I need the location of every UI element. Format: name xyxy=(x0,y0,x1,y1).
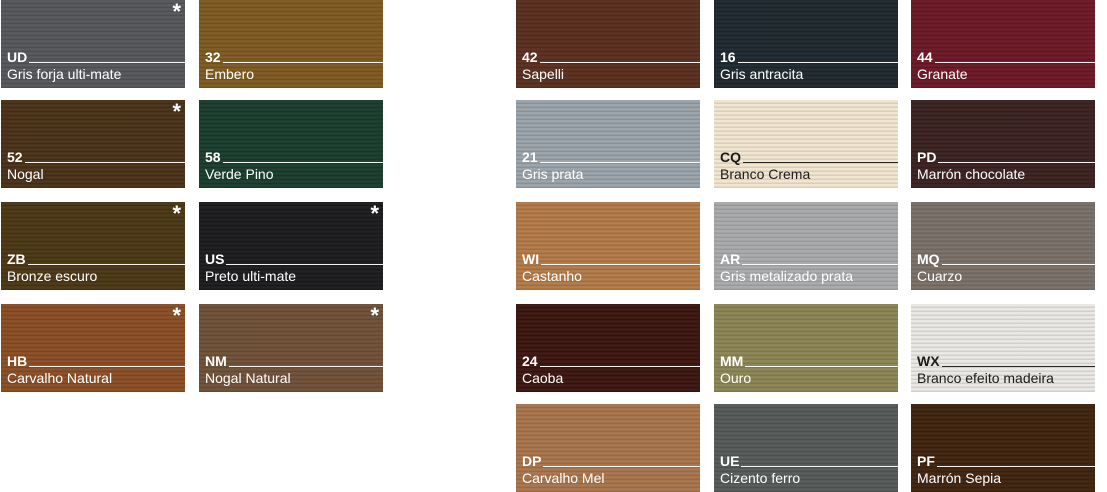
swatch-name: Cizento ferro xyxy=(720,470,801,486)
swatch-code: 24 xyxy=(522,353,538,369)
swatch-divider xyxy=(745,366,898,367)
color-swatch[interactable]: 16 Gris antracita xyxy=(714,0,898,88)
color-swatch[interactable]: MQ Cuarzo xyxy=(911,202,1095,290)
swatch-divider xyxy=(223,162,383,163)
asterisk-icon: * xyxy=(370,202,379,226)
swatch-divider xyxy=(942,366,1095,367)
color-swatch[interactable]: HB Carvalho Natural * xyxy=(1,304,185,392)
color-swatch[interactable]: ZB Bronze escuro * xyxy=(1,202,185,290)
swatch-code: 58 xyxy=(205,149,221,165)
swatch-name: Carvalho Mel xyxy=(522,470,605,486)
color-swatch[interactable]: 24 Caoba xyxy=(516,304,700,392)
swatch-divider xyxy=(541,264,700,265)
swatch-divider xyxy=(25,162,185,163)
swatch-name: Preto ulti-mate xyxy=(205,268,297,284)
swatch-divider xyxy=(742,264,898,265)
swatch-name: Marrón Sepia xyxy=(917,470,1002,486)
color-swatch[interactable]: 42 Sapelli xyxy=(516,0,700,88)
swatch-code: AR xyxy=(720,251,741,267)
swatch-code: 42 xyxy=(522,49,538,65)
swatch-name: Embero xyxy=(205,66,255,82)
swatch-divider xyxy=(942,264,1095,265)
swatch-divider xyxy=(540,366,700,367)
swatch-divider xyxy=(28,264,185,265)
swatch-code: NM xyxy=(205,353,227,369)
swatch-name: Granate xyxy=(917,66,968,82)
color-swatch[interactable]: 32 Embero xyxy=(199,0,383,88)
asterisk-icon: * xyxy=(370,304,379,328)
color-swatch[interactable]: UE Cizento ferro xyxy=(714,404,898,492)
swatch-code: DP xyxy=(522,453,542,469)
swatch-divider xyxy=(226,264,383,265)
swatch-code: MQ xyxy=(917,251,940,267)
color-swatch[interactable]: CQ Branco Crema xyxy=(714,100,898,188)
swatch-divider xyxy=(937,466,1095,467)
swatch-name: Gris antracita xyxy=(720,66,804,82)
swatch-divider xyxy=(741,466,898,467)
swatch-divider xyxy=(935,62,1095,63)
swatch-code: 16 xyxy=(720,49,736,65)
swatch-name: Nogal Natural xyxy=(205,370,291,386)
swatch-code: CQ xyxy=(720,149,741,165)
color-swatch[interactable]: UD Gris forja ulti-mate * xyxy=(1,0,185,88)
color-swatch[interactable]: NM Nogal Natural * xyxy=(199,304,383,392)
color-swatch[interactable]: PD Marrón chocolate xyxy=(911,100,1095,188)
swatch-name: Ouro xyxy=(720,370,752,386)
asterisk-icon: * xyxy=(172,100,181,124)
swatch-code: ZB xyxy=(7,251,26,267)
swatch-name: Gris metalizado prata xyxy=(720,268,854,284)
swatch-name: Caoba xyxy=(522,370,564,386)
color-swatch[interactable]: 44 Granate xyxy=(911,0,1095,88)
color-swatch[interactable]: AR Gris metalizado prata xyxy=(714,202,898,290)
color-swatch[interactable]: 21 Gris prata xyxy=(516,100,700,188)
swatch-divider xyxy=(743,162,898,163)
swatch-divider xyxy=(540,62,700,63)
swatch-code: 52 xyxy=(7,149,23,165)
swatch-divider xyxy=(738,62,898,63)
swatch-divider xyxy=(543,466,700,467)
asterisk-icon: * xyxy=(172,202,181,226)
swatch-code: US xyxy=(205,251,225,267)
color-swatch[interactable]: DP Carvalho Mel xyxy=(516,404,700,492)
swatch-code: PF xyxy=(917,453,935,469)
swatch-code: WX xyxy=(917,353,940,369)
swatch-code: PD xyxy=(917,149,937,165)
swatch-code: 32 xyxy=(205,49,221,65)
swatch-name: Cuarzo xyxy=(917,268,963,284)
swatch-code: WI xyxy=(522,251,540,267)
color-swatch[interactable]: WI Castanho xyxy=(516,202,700,290)
color-swatch[interactable]: WX Branco efeito madeira xyxy=(911,304,1095,392)
swatch-name: Sapelli xyxy=(522,66,565,82)
color-swatch[interactable]: 58 Verde Pino xyxy=(199,100,383,188)
swatch-code: HB xyxy=(7,353,28,369)
color-swatch[interactable]: PF Marrón Sepia xyxy=(911,404,1095,492)
swatch-divider xyxy=(938,162,1095,163)
swatch-code: 44 xyxy=(917,49,933,65)
swatch-divider xyxy=(223,62,383,63)
swatch-name: Branco Crema xyxy=(720,166,811,182)
color-swatch[interactable]: 52 Nogal * xyxy=(1,100,185,188)
swatch-divider xyxy=(29,62,185,63)
swatch-code: UE xyxy=(720,453,740,469)
swatch-name: Nogal xyxy=(7,166,44,182)
swatch-name: Castanho xyxy=(522,268,582,284)
swatch-divider xyxy=(540,162,700,163)
swatch-name: Gris prata xyxy=(522,166,584,182)
asterisk-icon: * xyxy=(172,304,181,328)
swatch-name: Branco efeito madeira xyxy=(917,370,1054,386)
swatch-name: Carvalho Natural xyxy=(7,370,113,386)
swatch-code: UD xyxy=(7,49,28,65)
color-swatch[interactable]: MM Ouro xyxy=(714,304,898,392)
swatch-code: MM xyxy=(720,353,744,369)
swatch-name: Marrón chocolate xyxy=(917,166,1026,182)
swatch-name: Bronze escuro xyxy=(7,268,98,284)
swatch-code: 21 xyxy=(522,149,538,165)
swatch-divider xyxy=(29,366,185,367)
swatch-name: Verde Pino xyxy=(205,166,274,182)
color-swatch[interactable]: US Preto ulti-mate * xyxy=(199,202,383,290)
swatch-name: Gris forja ulti-mate xyxy=(7,66,122,82)
swatch-divider xyxy=(229,366,383,367)
asterisk-icon: * xyxy=(172,0,181,24)
